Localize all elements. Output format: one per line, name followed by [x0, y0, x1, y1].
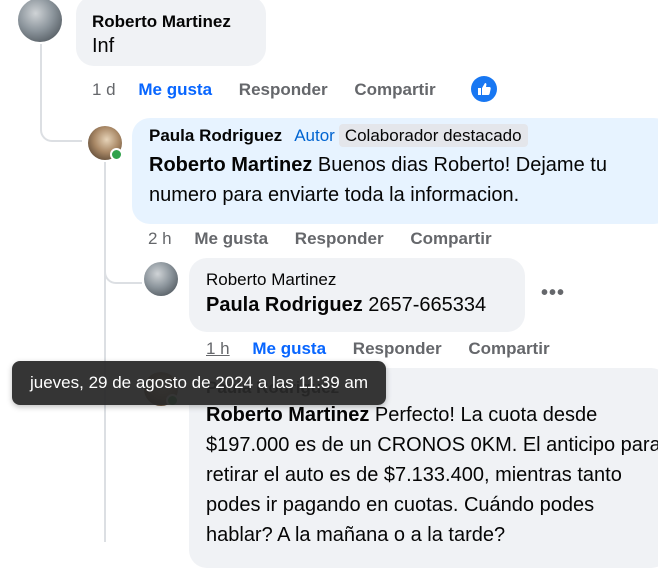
thread-curve-2: [104, 262, 142, 284]
comment-bubble-3: Roberto Martinez Paula Rodriguez 2657-66…: [189, 258, 525, 332]
like-button[interactable]: Me gusta: [138, 80, 212, 99]
share-button[interactable]: Compartir: [468, 339, 549, 358]
comment-time[interactable]: 1 d: [92, 80, 116, 99]
comment-actions-2: 2 h Me gusta Responder Compartir: [148, 229, 514, 249]
share-button[interactable]: Compartir: [410, 229, 491, 248]
thumbs-up-icon: [478, 83, 491, 95]
comment-text: Roberto Martinez Perfecto! La cuota desd…: [206, 400, 658, 550]
comment-body: 2657-665334: [362, 294, 487, 316]
top-contributor-badge: Colaborador destacado: [338, 124, 528, 147]
share-button[interactable]: Compartir: [354, 80, 435, 99]
like-reaction-badge[interactable]: [471, 76, 497, 102]
comment-bubble-2: Paula Rodriguez Autor Colaborador destacad…: [132, 118, 658, 224]
timestamp-tooltip: jueves, 29 de agosto de 2024 a las 11:39…: [12, 361, 387, 405]
reply-button[interactable]: Responder: [353, 339, 442, 358]
avatar-roberto[interactable]: [18, 0, 62, 42]
comment-time[interactable]: 2 h: [148, 229, 172, 248]
comment-text: Roberto Martinez Buenos dias Roberto! De…: [149, 150, 658, 210]
comment-actions-3: 1 h Me gusta Responder Compartir: [206, 339, 572, 359]
comment-author[interactable]: Paula Rodriguez: [149, 126, 282, 145]
reply-button[interactable]: Responder: [239, 80, 328, 99]
mention-link[interactable]: Roberto Martinez: [206, 404, 369, 426]
author-badge: Autor: [294, 126, 335, 145]
comment-author[interactable]: Roberto Martinez: [206, 270, 509, 290]
online-status-indicator: [110, 148, 123, 161]
more-options-icon[interactable]: •••: [541, 282, 565, 305]
avatar-roberto[interactable]: [144, 262, 178, 296]
mention-link[interactable]: Paula Rodriguez: [206, 294, 363, 316]
like-button[interactable]: Me gusta: [252, 339, 326, 358]
comment-author[interactable]: Roberto Martinez: [92, 12, 254, 32]
like-button[interactable]: Me gusta: [194, 229, 268, 248]
comment-text: Inf: [92, 35, 115, 57]
comment-time[interactable]: 1 h: [206, 339, 230, 358]
thread-line-main: [40, 44, 42, 94]
comment-header: Paula Rodriguez Autor Colaborador destacad…: [149, 124, 656, 147]
comment-bubble-1: Roberto Martinez Inf: [76, 0, 266, 66]
thread-line-sub: [104, 162, 106, 542]
comment-text: Paula Rodriguez 2657-665334: [206, 290, 509, 320]
mention-link[interactable]: Roberto Martinez: [149, 154, 312, 176]
thread-curve-1: [40, 90, 82, 142]
comment-actions-1: 1 d Me gusta Responder Compartir: [92, 80, 458, 100]
reply-button[interactable]: Responder: [295, 229, 384, 248]
